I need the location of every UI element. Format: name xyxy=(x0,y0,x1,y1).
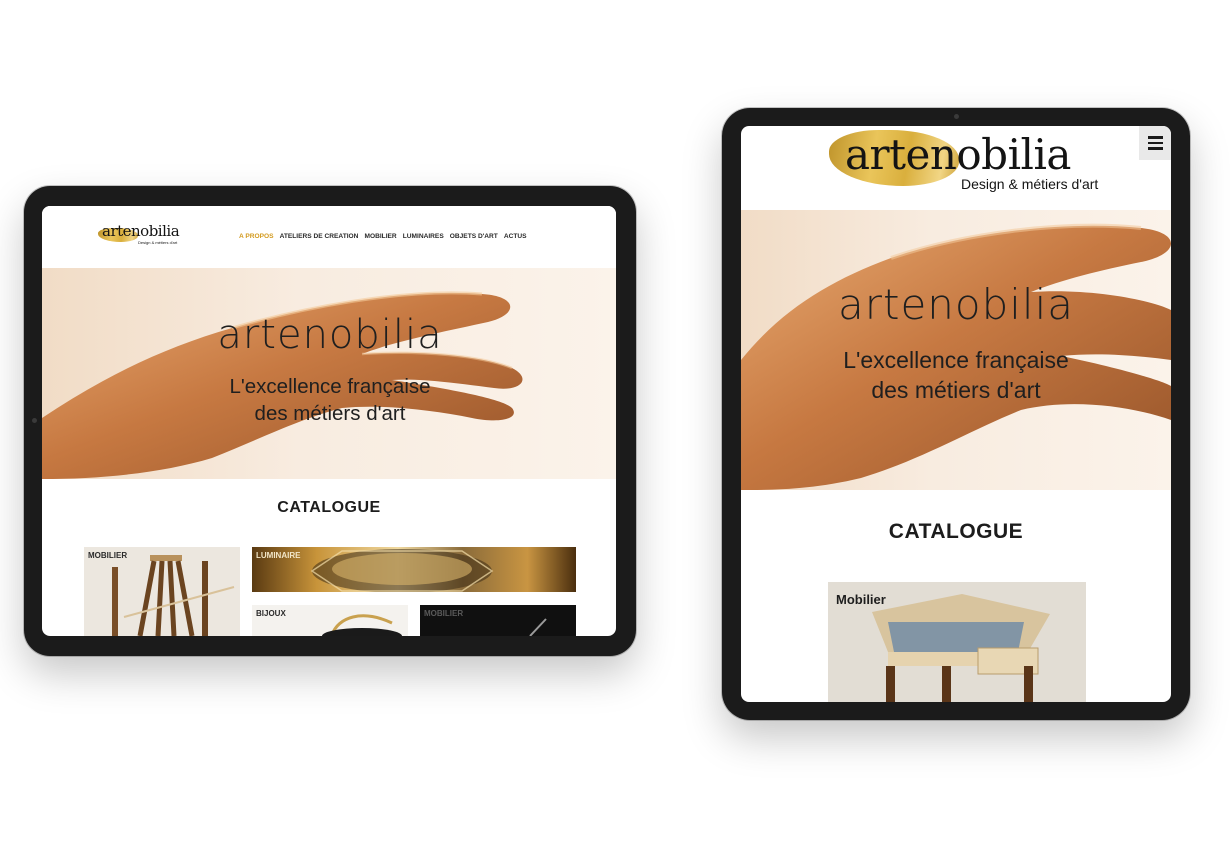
catalogue-tile-mobilier[interactable]: MOBILIER xyxy=(84,547,240,636)
catalogue-tile-luminaire[interactable]: LUMINAIRE xyxy=(252,547,576,592)
logo-tagline: Design & métiers d'art xyxy=(961,176,1099,192)
logo-wordmark: artenobilia xyxy=(102,222,180,240)
screen-portrait: artenobilia Design & métiers d'art arten… xyxy=(741,126,1171,702)
main-nav: A PROPOS ATELIERS DE CREATION MOBILIER L… xyxy=(239,233,527,240)
nav-item-actus[interactable]: ACTUS xyxy=(504,233,527,240)
nav-item-mobilier[interactable]: MOBILIER xyxy=(364,233,396,240)
tile-label: BIJOUX xyxy=(256,609,286,618)
hero-banner: artenobilia L'excellence française des m… xyxy=(741,210,1171,490)
hero-title: artenobilia xyxy=(837,280,1075,329)
hero-subtitle-line2: des métiers d'art xyxy=(254,401,406,425)
logo-tagline: Design & métiers d'art xyxy=(138,240,178,245)
nav-item-a-propos[interactable]: A PROPOS xyxy=(239,233,274,240)
tile-label: MOBILIER xyxy=(424,609,464,618)
catalogue-tile-mobilier-2[interactable]: MOBILIER xyxy=(420,605,576,636)
camera-icon xyxy=(32,418,37,423)
hero-title: artenobilia xyxy=(217,312,443,358)
hero-subtitle: L'excellence française des métiers d'art xyxy=(741,346,1171,406)
camera-icon xyxy=(954,114,959,119)
catalogue-tile-bijoux[interactable]: BIJOUX xyxy=(252,605,408,636)
nav-item-ateliers[interactable]: ATELIERS DE CREATION xyxy=(280,233,359,240)
side-table-image xyxy=(112,555,235,636)
site-logo[interactable]: artenobilia Design & métiers d'art xyxy=(829,128,1098,194)
hero-banner: artenobilia L'excellence française des m… xyxy=(42,268,616,479)
catalogue-heading: CATALOGUE xyxy=(888,520,1024,543)
screen-landscape: artenobilia Design & métiers d'art A PRO… xyxy=(42,206,616,636)
catalogue-tile-mobilier[interactable]: Mobilier xyxy=(828,582,1086,702)
hero-subtitle-line1: L'excellence française xyxy=(843,347,1069,373)
hamburger-menu-icon[interactable] xyxy=(1139,126,1171,160)
lamp-image xyxy=(310,549,494,592)
catalogue-heading: CATALOGUE xyxy=(277,499,381,516)
logo-wordmark: artenobilia xyxy=(845,130,1071,179)
tile-label: LUMINAIRE xyxy=(256,551,301,560)
tablet-portrait: artenobilia Design & métiers d'art arten… xyxy=(722,108,1190,720)
hero-subtitle-line2: des métiers d'art xyxy=(871,376,1041,403)
hero-subtitle: L'excellence française des métiers d'art xyxy=(100,374,560,427)
tablet-landscape: artenobilia Design & métiers d'art A PRO… xyxy=(24,186,636,656)
tile-label: Mobilier xyxy=(836,592,886,607)
nav-item-luminaires[interactable]: LUMINAIRES xyxy=(403,233,444,240)
nav-item-objets-d-art[interactable]: OBJETS D'ART xyxy=(450,233,498,240)
hero-subtitle-line1: L'excellence française xyxy=(229,375,431,398)
tile-label: MOBILIER xyxy=(88,551,128,560)
site-header: artenobilia Design & métiers d'art A PRO… xyxy=(42,206,616,268)
site-logo[interactable]: artenobilia Design & métiers d'art xyxy=(98,222,180,248)
